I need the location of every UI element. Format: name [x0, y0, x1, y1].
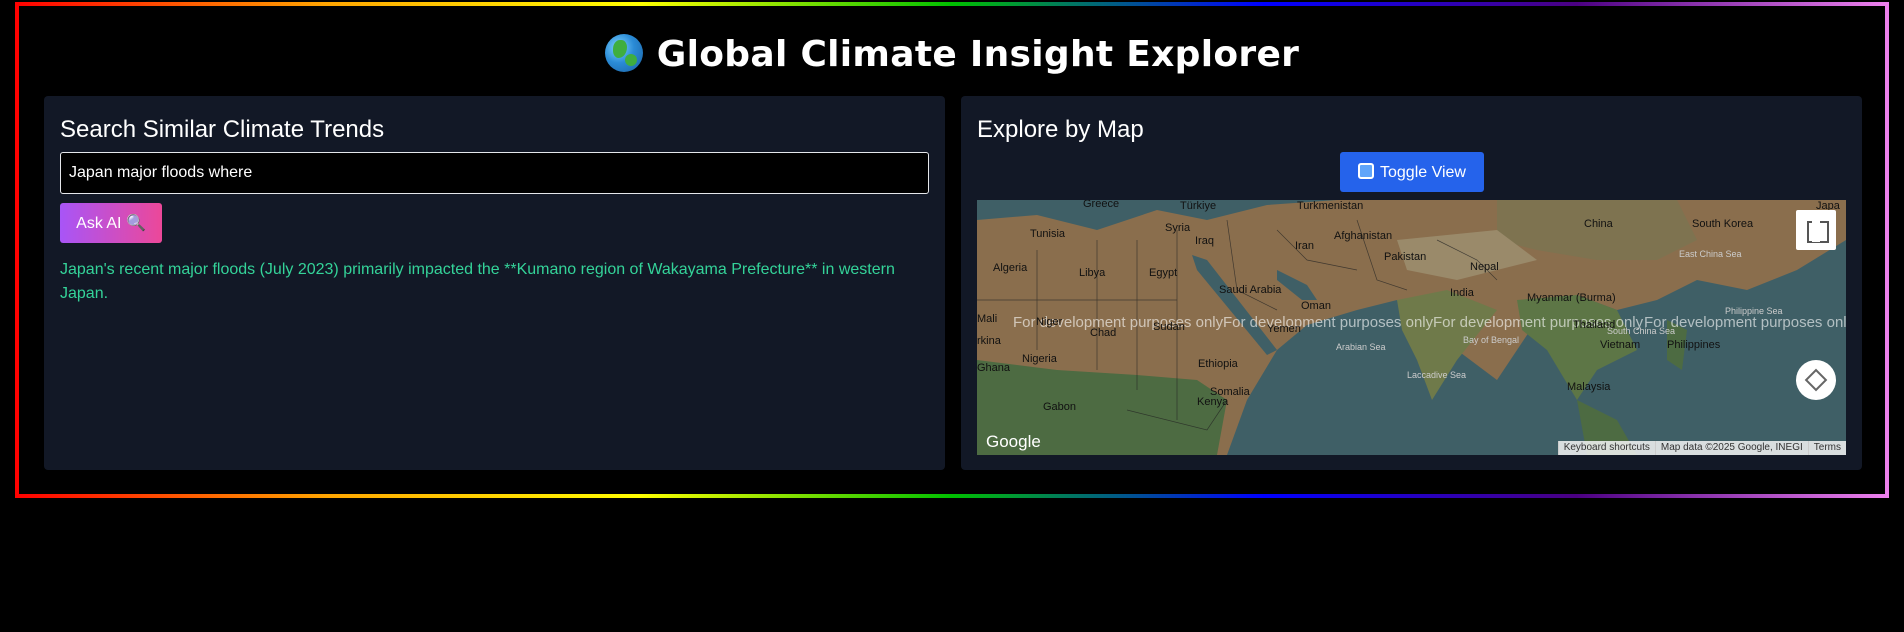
map-place-label: Saudi Arabia [1219, 284, 1282, 296]
map-data-credit: Map data ©2025 Google, INEGI [1654, 441, 1808, 455]
map-place-label: Egypt [1149, 267, 1178, 279]
map-place-label: India [1450, 287, 1474, 299]
fullscreen-button[interactable] [1796, 210, 1836, 250]
map-place-label: Algeria [993, 262, 1028, 274]
search-panel: Search Similar Climate Trends Ask AI 🔍 J… [44, 96, 945, 470]
dev-watermark: For development purposes only [1223, 314, 1434, 331]
map-panel-heading: Explore by Map [977, 116, 1144, 143]
map-panel: Explore by Map Toggle View For developme… [961, 96, 1862, 470]
terms-link[interactable]: Terms [1807, 441, 1846, 455]
map-place-label: South Korea [1692, 218, 1754, 230]
map-place-label: Malaysia [1567, 381, 1611, 393]
globe-icon [604, 34, 643, 72]
map-place-label: Bay of Bengal [1463, 335, 1520, 345]
map-place-label: Nigeria [1022, 353, 1057, 365]
map-place-label: Nepal [1470, 261, 1499, 273]
map-place-label: Chad [1090, 327, 1117, 339]
map-place-label: Myanmar (Burma) [1527, 292, 1616, 304]
map-place-label: Kenya [1197, 396, 1229, 408]
map-place-label: Iraq [1195, 235, 1214, 247]
map-place-label: Syria [1165, 222, 1191, 234]
google-logo: Google [986, 432, 1041, 451]
page-title: Global Climate Insight Explorer [19, 34, 1885, 75]
map-place-label: Niger [1036, 316, 1063, 328]
map-place-label: South China Sea [1607, 326, 1676, 336]
search-panel-heading: Search Similar Climate Trends [60, 116, 385, 143]
map-place-label: China [1584, 218, 1613, 230]
search-input[interactable] [60, 152, 929, 194]
map-place-label: Sudan [1153, 321, 1185, 333]
map-place-label: Vietnam [1600, 339, 1641, 351]
map-place-label: Türkiye [1180, 200, 1217, 212]
toggle-view-label: Toggle View [1380, 163, 1466, 181]
map-place-label: Arabian Sea [1336, 342, 1386, 352]
toggle-view-button[interactable]: Toggle View [1340, 152, 1484, 192]
map-place-label: East China Sea [1679, 249, 1742, 259]
map-place-label: Greece [1083, 200, 1120, 210]
map-pan-control[interactable] [1796, 360, 1836, 400]
map-attribution: Keyboard shortcuts Map data ©2025 Google… [1557, 441, 1846, 455]
map-place-label: Libya [1079, 267, 1106, 279]
map-place-label: Pakistan [1384, 251, 1427, 263]
page-title-text: Global Climate Insight Explorer [656, 34, 1300, 75]
map-place-label: Philippine Sea [1725, 306, 1783, 316]
map-place-label: Philippines [1667, 339, 1721, 351]
map-place-label: rkina [977, 335, 1001, 347]
map-view[interactable]: For development purposes only For develo… [977, 200, 1846, 455]
keyboard-shortcuts-link[interactable]: Keyboard shortcuts [1557, 441, 1655, 455]
app-container: Global Climate Insight Explorer Search S… [19, 6, 1885, 494]
rainbow-frame: Global Climate Insight Explorer Search S… [15, 2, 1889, 498]
map-place-label: Yemen [1267, 323, 1301, 335]
ai-answer-text: Japan's recent major floods (July 2023) … [60, 261, 895, 302]
map-place-label: Afghanistan [1334, 230, 1393, 242]
map-place-label: Ghana [977, 362, 1011, 374]
toggle-icon [1358, 162, 1374, 179]
map-place-label: Laccadive Sea [1407, 370, 1467, 380]
map-place-label: Tunisia [1030, 228, 1066, 240]
map-place-label: Iran [1295, 240, 1314, 252]
map-place-label: Gabon [1043, 401, 1077, 413]
map-place-label: Turkmenistan [1297, 200, 1364, 212]
ask-ai-button[interactable]: Ask AI 🔍 [60, 203, 162, 243]
map-place-label: Oman [1301, 300, 1331, 312]
map-place-label: Ethiopia [1198, 358, 1238, 370]
map-place-label: Mali [977, 313, 998, 325]
